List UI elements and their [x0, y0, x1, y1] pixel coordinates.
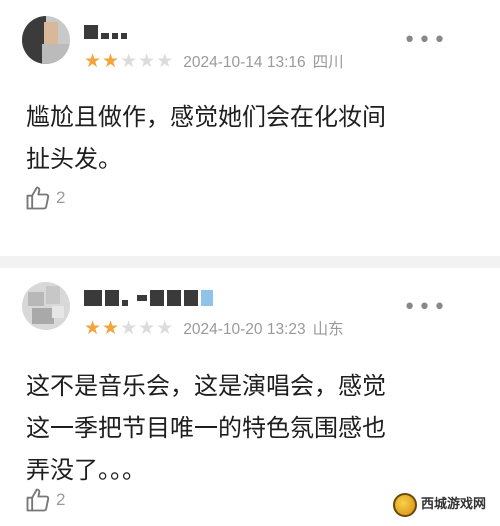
- star-empty-icon: ★: [120, 316, 138, 339]
- avatar[interactable]: [22, 282, 70, 330]
- comment-item: ★ ★ ★ ★ ★ 2024-10-14 13:16 四川 ••• 尴尬且做作，感…: [0, 0, 500, 262]
- username-redacted[interactable]: [84, 288, 213, 308]
- comment-meta: ★ ★ ★ ★ ★ 2024-10-20 13:23 山东: [84, 317, 344, 339]
- like-count: 2: [56, 490, 66, 509]
- like-count: 2: [56, 188, 66, 207]
- site-watermark: 西城游戏网: [386, 490, 492, 520]
- star-empty-icon: ★: [156, 49, 174, 72]
- comment-text: 尴尬且做作，感觉她们会在化妆间 扯头发。: [26, 96, 466, 180]
- comment-date: 2024-10-20 13:23: [183, 321, 306, 338]
- comment-location: 四川: [312, 54, 344, 71]
- like-button[interactable]: 2: [24, 486, 65, 514]
- star-filled-icon: ★: [102, 316, 120, 339]
- comment-text: 这不是音乐会，这是演唱会，感觉 这一季把节目唯一的特色氛围感也 弄没了。。。: [26, 365, 466, 491]
- star-filled-icon: ★: [84, 49, 102, 72]
- comment-item: ★ ★ ★ ★ ★ 2024-10-20 13:23 山东 ••• 这不是音乐会，…: [0, 270, 500, 526]
- more-dots-icon[interactable]: •••: [403, 30, 448, 52]
- rating-stars: ★ ★ ★ ★ ★: [84, 316, 174, 339]
- comment-line: 扯头发。: [26, 145, 122, 173]
- star-empty-icon: ★: [138, 316, 156, 339]
- like-button[interactable]: 2: [24, 184, 65, 212]
- comment-location: 山东: [312, 321, 344, 338]
- comment-line: 尴尬且做作，感觉她们会在化妆间: [26, 103, 386, 131]
- comment-meta: ★ ★ ★ ★ ★ 2024-10-14 13:16 四川: [84, 50, 344, 72]
- thumbs-up-icon: [26, 186, 50, 210]
- thumbs-up-icon: [26, 488, 50, 512]
- rating-stars: ★ ★ ★ ★ ★: [84, 49, 174, 72]
- star-empty-icon: ★: [138, 49, 156, 72]
- comment-line: 这一季把节目唯一的特色氛围感也: [26, 414, 386, 442]
- divider: [0, 256, 500, 268]
- comment-line: 弄没了。。。: [26, 456, 146, 484]
- avatar[interactable]: [22, 16, 70, 64]
- username-redacted[interactable]: [84, 22, 127, 42]
- star-empty-icon: ★: [156, 316, 174, 339]
- star-filled-icon: ★: [102, 49, 120, 72]
- more-dots-icon[interactable]: •••: [403, 297, 448, 319]
- star-filled-icon: ★: [84, 316, 102, 339]
- comment-line: 这不是音乐会，这是演唱会，感觉: [26, 372, 386, 400]
- star-empty-icon: ★: [120, 49, 138, 72]
- site-logo-icon: [392, 493, 417, 517]
- comment-date: 2024-10-14 13:16: [183, 54, 306, 71]
- watermark-text: 西城游戏网: [420, 496, 486, 512]
